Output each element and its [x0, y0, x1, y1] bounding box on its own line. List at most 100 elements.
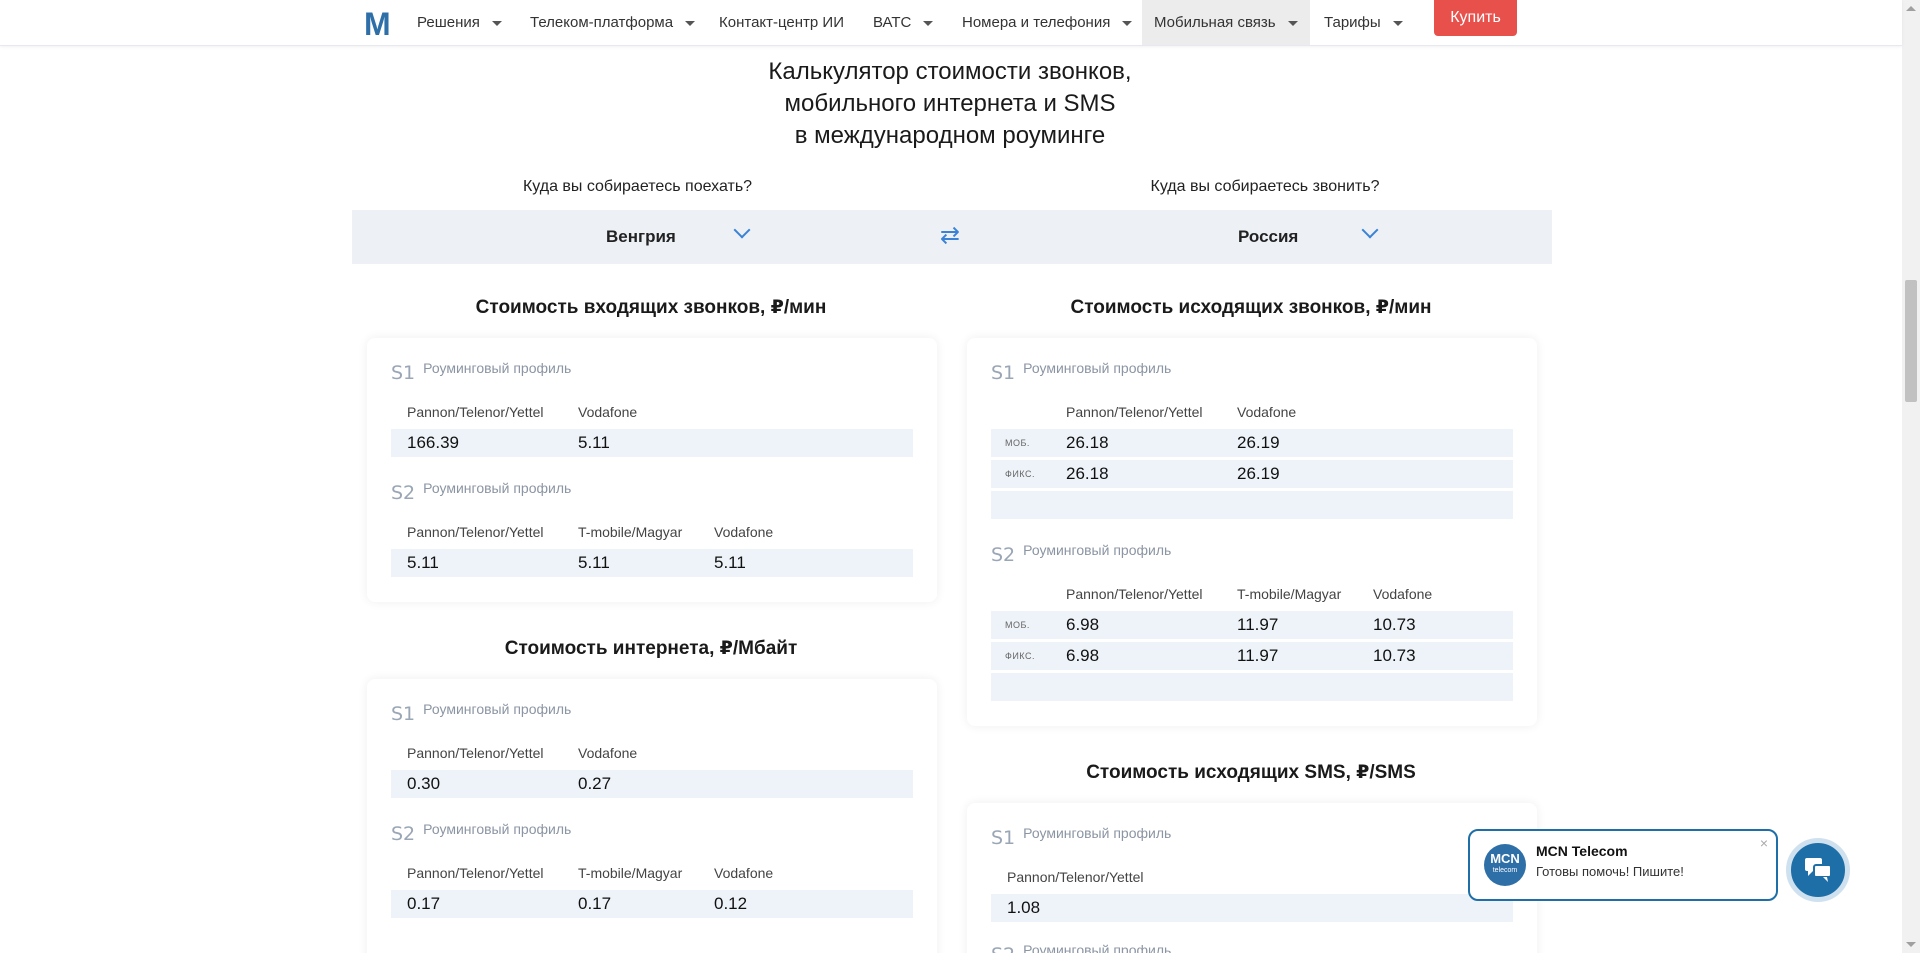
- roaming-profile-header: S1 Роуминговый профиль: [391, 360, 572, 384]
- to-question: Куда вы собираетесь звонить?: [1150, 178, 1380, 195]
- buy-button[interactable]: Купить: [1434, 0, 1517, 36]
- internet-card: S1 Роуминговый профиль Pannon/Telenor/Yet…: [367, 679, 937, 953]
- nav-item-vats[interactable]: ВАТС: [861, 0, 945, 45]
- internet-title: Стоимость интернета, ₽/Мбайт: [504, 638, 798, 659]
- profile-label: Роуминговый профиль: [1023, 825, 1172, 841]
- sms-card: S1 Роуминговый профиль Pannon/Telenor/Yet…: [967, 803, 1537, 953]
- operator-header: Vodafone: [578, 404, 638, 420]
- roaming-profile-header: S2 Роуминговый профиль: [991, 942, 1171, 953]
- rate-value: 5.11: [578, 433, 610, 452]
- operator-header: Pannon/Telenor/Yettel: [407, 865, 544, 881]
- roaming-profile-header: S1 Роуминговый профиль: [991, 360, 1172, 384]
- scroll-down-icon[interactable]: [1906, 942, 1916, 947]
- roaming-profile-header: S2 Роуминговый профиль: [391, 480, 572, 504]
- chat-avatar-subtext: telecom: [1492, 867, 1518, 874]
- from-question: Куда вы собираетесь поехать?: [522, 178, 753, 195]
- rate-value: 11.97: [1237, 646, 1279, 665]
- chevron-down-icon: [733, 221, 751, 239]
- title-line: в международном роуминге: [794, 122, 1106, 149]
- roaming-profile-header: S1 Роуминговый профиль: [391, 701, 572, 725]
- table-row-empty: [991, 491, 1513, 519]
- operator-header: Vodafone: [1373, 586, 1433, 602]
- table-row-mobile: МОБ. 26.18 26.19: [991, 429, 1513, 457]
- outgoing-calls-title: Стоимость исходящих звонков, ₽/мин: [1070, 297, 1432, 318]
- table-row-fixed: ФИКС. 26.18 26.19: [991, 460, 1513, 488]
- swap-icon[interactable]: ⇄: [940, 224, 960, 248]
- scroll-up-icon[interactable]: [1906, 6, 1916, 11]
- page: М Решения Телеком-платформа Контакт-цент…: [0, 0, 1920, 953]
- profile-code: S2: [991, 944, 1015, 953]
- row-label: МОБ.: [1005, 620, 1030, 630]
- nav-item-contact-center[interactable]: Контакт-центр ИИ: [707, 0, 856, 45]
- chevron-down-icon: [923, 21, 934, 26]
- chat-popup[interactable]: MCN telecom MCN Telecom Готовы помочь! П…: [1468, 829, 1778, 901]
- scrollbar-thumb[interactable]: [1905, 280, 1917, 402]
- roaming-profile-header: S1 Роуминговый профиль: [991, 825, 1172, 849]
- incoming-calls-title: Стоимость входящих звонков, ₽/мин: [475, 297, 827, 318]
- nav-item-mobile[interactable]: Мобильная связь: [1142, 0, 1310, 45]
- operator-header: Pannon/Telenor/Yettel: [407, 524, 544, 540]
- operator-header: Vodafone: [1237, 404, 1297, 420]
- chat-avatar-text: MCN: [1490, 851, 1520, 866]
- table-row: 166.39 5.11: [391, 429, 913, 457]
- chevron-down-icon: [1361, 221, 1379, 239]
- to-country-value: Россия: [1238, 227, 1299, 246]
- rate-value: 10.73: [1373, 615, 1416, 634]
- profile-label: Роуминговый профиль: [1023, 360, 1172, 376]
- row-label: ФИКС.: [1005, 469, 1035, 479]
- title-line: мобильного интернета и SMS: [784, 90, 1116, 117]
- roaming-profile-header: S2 Роуминговый профиль: [991, 542, 1172, 566]
- close-icon[interactable]: ×: [1760, 835, 1768, 851]
- table-row: 0.17 0.17 0.12: [391, 890, 913, 918]
- roaming-profile-header: S2 Роуминговый профиль: [391, 821, 571, 845]
- rate-value: 1.08: [1007, 898, 1041, 917]
- chat-icon: [1805, 858, 1832, 882]
- sms-title: Стоимость исходящих SMS, ₽/SMS: [1086, 762, 1416, 783]
- operator-header: Pannon/Telenor/Yettel: [407, 745, 544, 761]
- nav-item-label: Номера и телефония: [962, 14, 1111, 31]
- operator-header: T-mobile/Magyar: [578, 524, 683, 540]
- rate-value: 6.98: [1066, 615, 1100, 634]
- operator-header: Pannon/Telenor/Yettel: [1066, 404, 1203, 420]
- chat-avatar: MCN telecom: [1484, 844, 1526, 886]
- operator-header: Pannon/Telenor/Yettel: [1007, 869, 1144, 885]
- rate-value: 0.17: [407, 894, 441, 913]
- chevron-down-icon: [1287, 21, 1298, 26]
- profile-label: Роуминговый профиль: [423, 480, 572, 496]
- rate-value: 11.97: [1237, 615, 1279, 634]
- table-row: 5.11 5.11 5.11: [391, 549, 913, 577]
- chat-open-button[interactable]: [1786, 838, 1850, 902]
- scrollbar[interactable]: [1902, 0, 1920, 953]
- nav-item-numbers[interactable]: Номера и телефония: [950, 0, 1144, 45]
- profile-code: S1: [391, 703, 416, 725]
- operator-header: Vodafone: [578, 745, 638, 761]
- nav-item-tariffs[interactable]: Тарифы: [1312, 0, 1415, 45]
- page-title: Калькулятор стоимости звонков, мобильног…: [640, 56, 1260, 152]
- row-label: ФИКС.: [1005, 651, 1035, 661]
- profile-label: Роуминговый профиль: [423, 360, 572, 376]
- operator-header: Pannon/Telenor/Yettel: [407, 404, 544, 420]
- profile-label: Роуминговый профиль: [1023, 542, 1172, 558]
- nav-item-label: ВАТС: [873, 14, 912, 31]
- profile-code: S2: [991, 544, 1016, 566]
- title-line: Калькулятор стоимости звонков,: [768, 58, 1132, 85]
- nav-item-solutions[interactable]: Решения: [405, 0, 514, 45]
- operator-header: Pannon/Telenor/Yettel: [1066, 586, 1203, 602]
- logo[interactable]: М: [364, 6, 391, 43]
- nav-item-label: Контакт-центр ИИ: [719, 14, 844, 31]
- outgoing-calls-card: S1 Роуминговый профиль Pannon/Telenor/Yet…: [967, 338, 1537, 726]
- chevron-down-icon: [685, 21, 696, 26]
- rate-value: 166.39: [407, 433, 459, 452]
- rate-value: 0.17: [578, 894, 612, 913]
- from-country-select[interactable]: Венгрия: [492, 210, 792, 264]
- table-row-fixed: ФИКС. 6.98 11.97 10.73: [991, 642, 1513, 670]
- operator-header: Vodafone: [714, 524, 774, 540]
- profile-label: Роуминговый профиль: [423, 701, 572, 717]
- nav-item-telecom-platform[interactable]: Телеком-платформа: [518, 0, 707, 45]
- profile-code: S1: [991, 362, 1016, 384]
- rate-value: 5.11: [407, 553, 439, 572]
- rate-value: 5.11: [578, 553, 610, 572]
- table-row-empty: [991, 673, 1513, 701]
- to-country-select[interactable]: Россия: [1092, 210, 1392, 264]
- nav-item-label: Тарифы: [1324, 14, 1381, 31]
